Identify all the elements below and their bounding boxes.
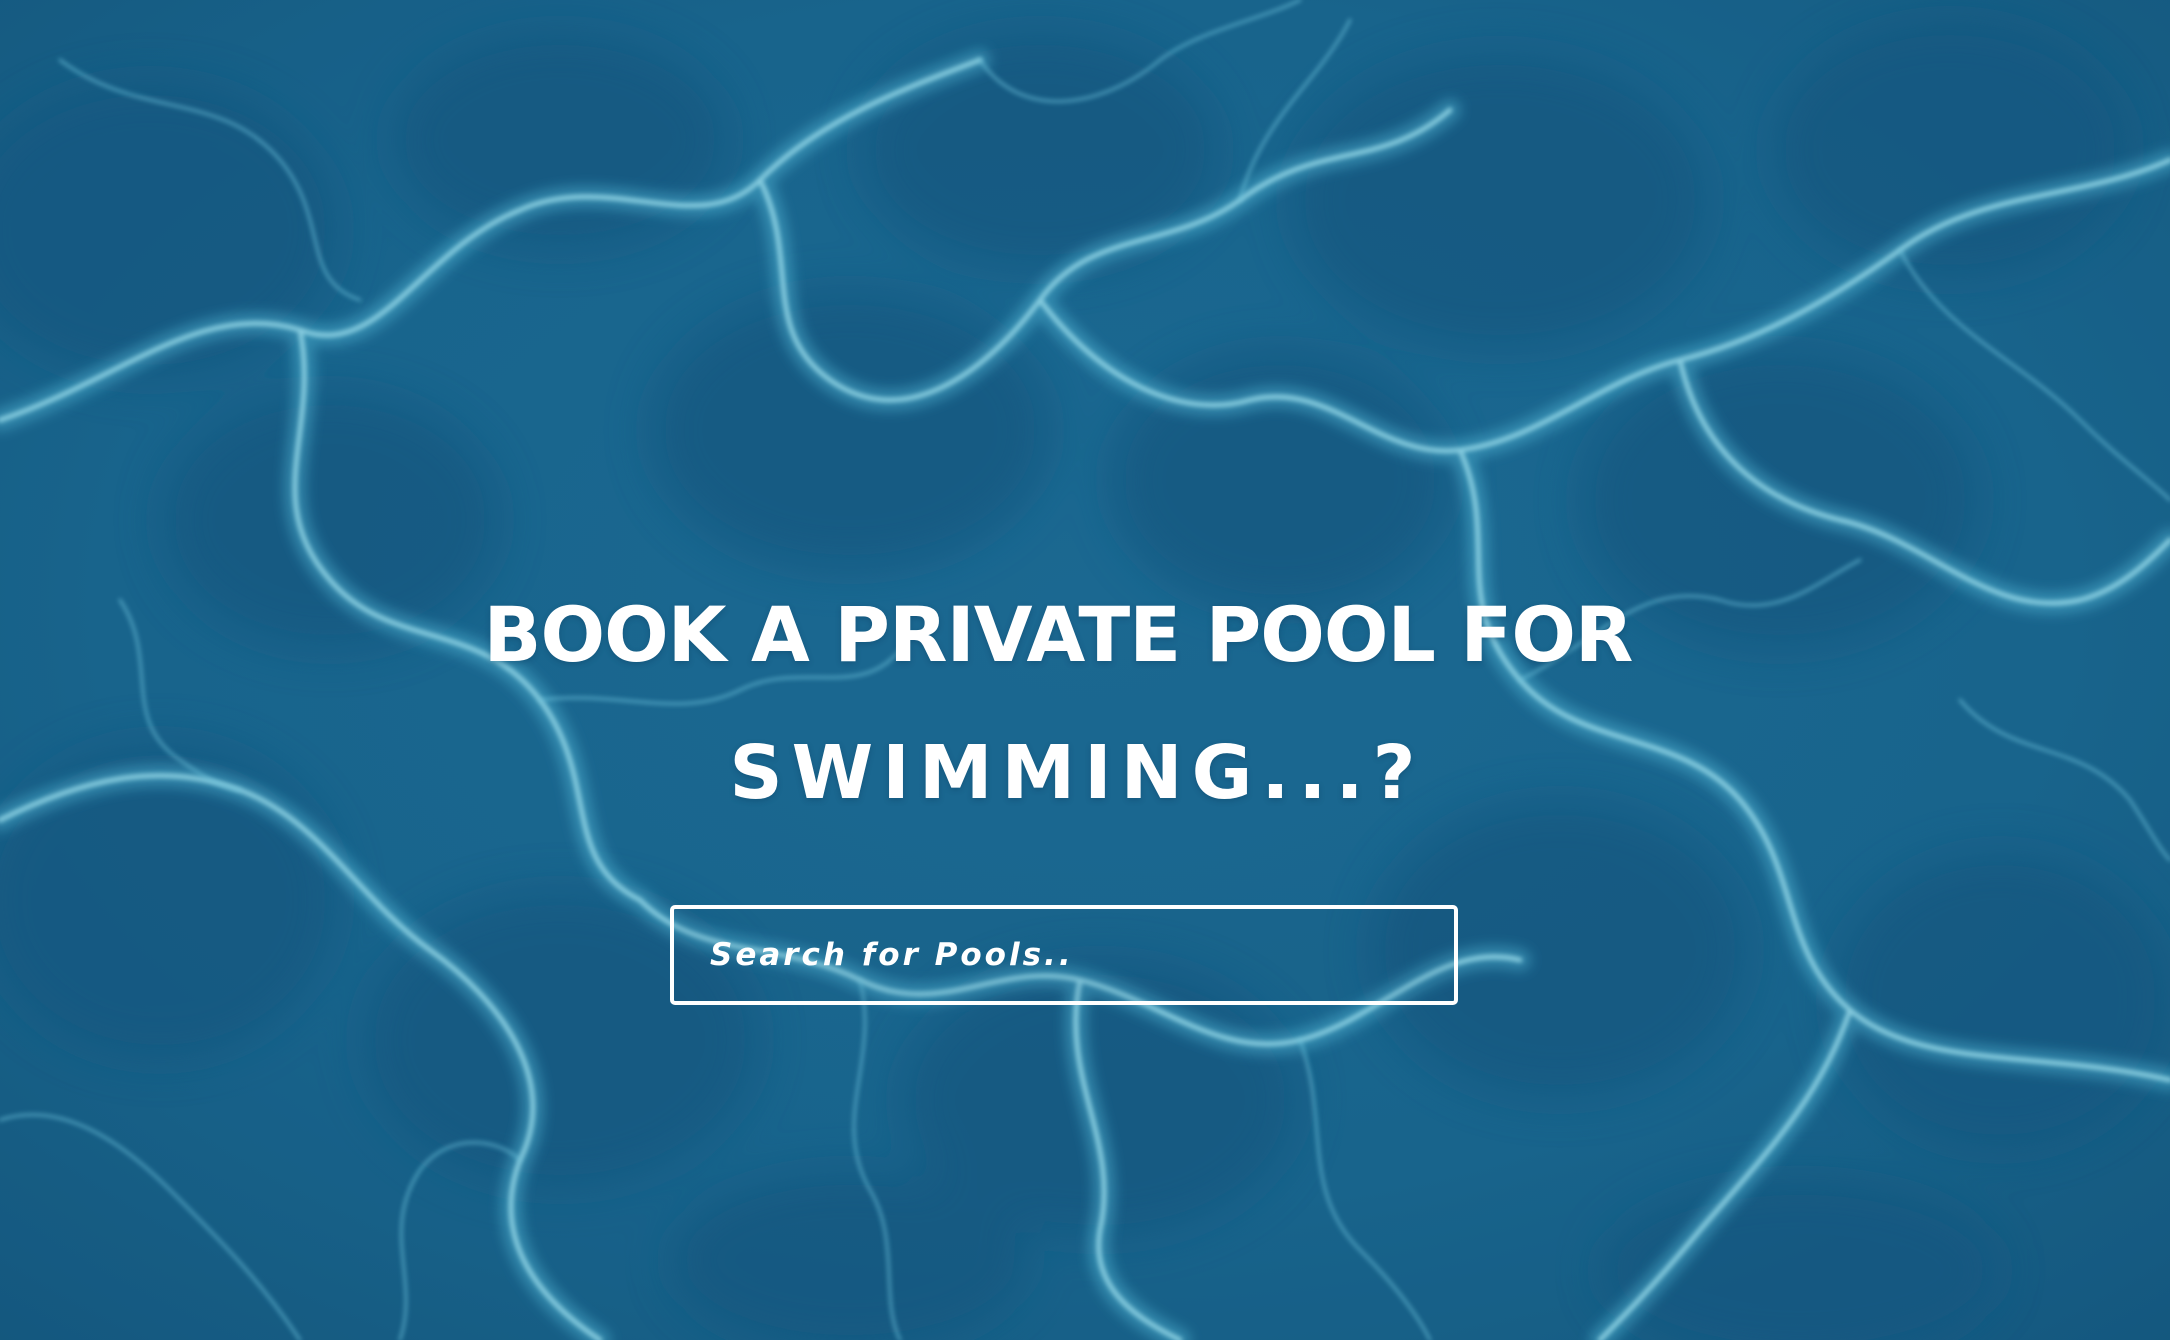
hero-headline-line2: SWIMMING...? xyxy=(729,730,1425,816)
pool-search-box[interactable] xyxy=(670,905,1458,1005)
hero-headline-line1: BOOK A PRIVATE POOL FOR xyxy=(483,590,1634,679)
hero-section: BOOK A PRIVATE POOL FOR SWIMMING...? xyxy=(0,0,2170,1340)
pool-search-input[interactable] xyxy=(674,909,1454,1001)
